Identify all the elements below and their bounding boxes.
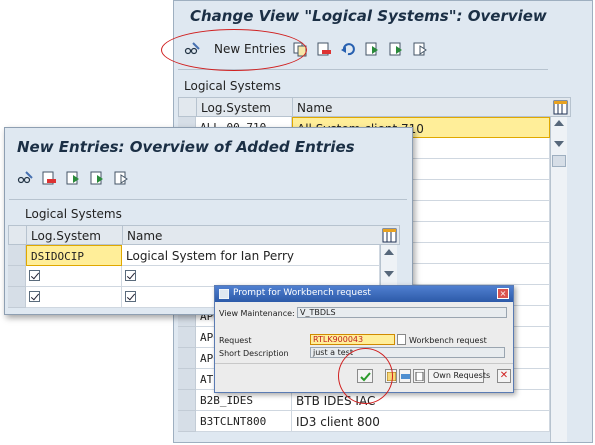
- value-help-icon[interactable]: [397, 334, 406, 345]
- deselect-all-icon[interactable]: [113, 170, 129, 186]
- window-title: Change View "Logical Systems": Overview: [190, 7, 547, 25]
- panel-label: Logical Systems: [25, 207, 122, 221]
- row-selector[interactable]: [178, 369, 196, 390]
- grid-header: Log.System Name: [8, 225, 400, 245]
- row-selector[interactable]: [178, 390, 196, 411]
- row-selector-header[interactable]: [179, 98, 197, 116]
- grid-header: Log.System Name: [178, 97, 571, 117]
- vertical-scrollbar[interactable]: [550, 117, 567, 442]
- delete-row-icon[interactable]: [41, 170, 57, 186]
- short-description-label: Short Description: [219, 349, 289, 358]
- transport-button[interactable]: [399, 369, 411, 383]
- cell-log-system[interactable]: [26, 287, 122, 308]
- own-requests-label: Own Requests: [433, 371, 491, 380]
- cell-name[interactable]: [122, 266, 380, 287]
- scroll-down-icon[interactable]: [554, 141, 564, 147]
- view-maintenance-field: V_TBDLS: [297, 307, 507, 318]
- deselect-all-icon[interactable]: [412, 41, 428, 57]
- table-settings-icon[interactable]: [553, 100, 568, 115]
- scroll-thumb[interactable]: [552, 155, 566, 167]
- row-selector[interactable]: [178, 411, 196, 432]
- scroll-up-icon[interactable]: [384, 249, 394, 255]
- annotation-circle-new-entries: [161, 29, 307, 71]
- workbench-request-label: Workbench request: [409, 336, 487, 345]
- checkbox[interactable]: [125, 270, 136, 281]
- row-selector[interactable]: [8, 266, 26, 287]
- select-block-icon[interactable]: [388, 41, 404, 57]
- checkbox[interactable]: [29, 270, 40, 281]
- annotation-circle-continue: [338, 348, 393, 404]
- checkbox[interactable]: [125, 291, 136, 302]
- display-change-icon[interactable]: [17, 170, 33, 186]
- short-description-field[interactable]: just a test: [310, 347, 505, 358]
- divider: [9, 199, 407, 200]
- close-icon[interactable]: ×: [497, 288, 509, 299]
- cell-log-system[interactable]: [26, 266, 122, 287]
- request-label: Request: [219, 336, 252, 345]
- checkbox[interactable]: [29, 291, 40, 302]
- request-field[interactable]: RTLK900043: [310, 334, 395, 345]
- scroll-down-icon[interactable]: [384, 271, 394, 277]
- document-icon: [415, 372, 424, 381]
- dialog-titlebar: Prompt for Workbench request ×: [215, 286, 513, 302]
- column-header-name[interactable]: Name: [123, 226, 378, 244]
- column-header-name[interactable]: Name: [293, 98, 550, 116]
- column-header-log-system[interactable]: Log.System: [27, 226, 123, 244]
- window-title: New Entries: Overview of Added Entries: [17, 138, 355, 156]
- cell-name[interactable]: Logical System for Ian Perry: [122, 245, 380, 266]
- cell-log-system[interactable]: B3TCLNT800: [196, 411, 292, 432]
- cancel-icon: ✕: [499, 370, 509, 381]
- scroll-up-icon[interactable]: [554, 120, 564, 126]
- cell-name[interactable]: BTB IDES IAC: [292, 390, 550, 411]
- select-block-icon[interactable]: [89, 170, 105, 186]
- select-all-icon[interactable]: [364, 41, 380, 57]
- truck-icon: [401, 374, 410, 379]
- cell-name[interactable]: ID3 client 800: [292, 411, 550, 432]
- panel-label: Logical Systems: [184, 79, 281, 93]
- cell-log-system[interactable]: B2B_IDES: [196, 390, 292, 411]
- cell-log-system[interactable]: DSIDOCIP: [26, 245, 122, 266]
- own-requests-button[interactable]: Own Requests: [428, 369, 490, 383]
- row-selector[interactable]: [8, 287, 26, 308]
- row-selector[interactable]: [178, 348, 196, 369]
- column-header-log-system[interactable]: Log.System: [197, 98, 293, 116]
- cancel-button[interactable]: ✕: [497, 369, 511, 383]
- delete-row-icon[interactable]: [316, 41, 332, 57]
- table-settings-icon[interactable]: [382, 228, 397, 243]
- row-selector[interactable]: [8, 245, 26, 266]
- row-selector[interactable]: [178, 327, 196, 348]
- document-button[interactable]: [413, 369, 425, 383]
- row-selector-header[interactable]: [9, 226, 27, 244]
- undo-icon[interactable]: [340, 41, 356, 57]
- dialog-title: Prompt for Workbench request: [233, 288, 371, 298]
- sap-window-icon: [219, 289, 229, 299]
- select-all-icon[interactable]: [65, 170, 81, 186]
